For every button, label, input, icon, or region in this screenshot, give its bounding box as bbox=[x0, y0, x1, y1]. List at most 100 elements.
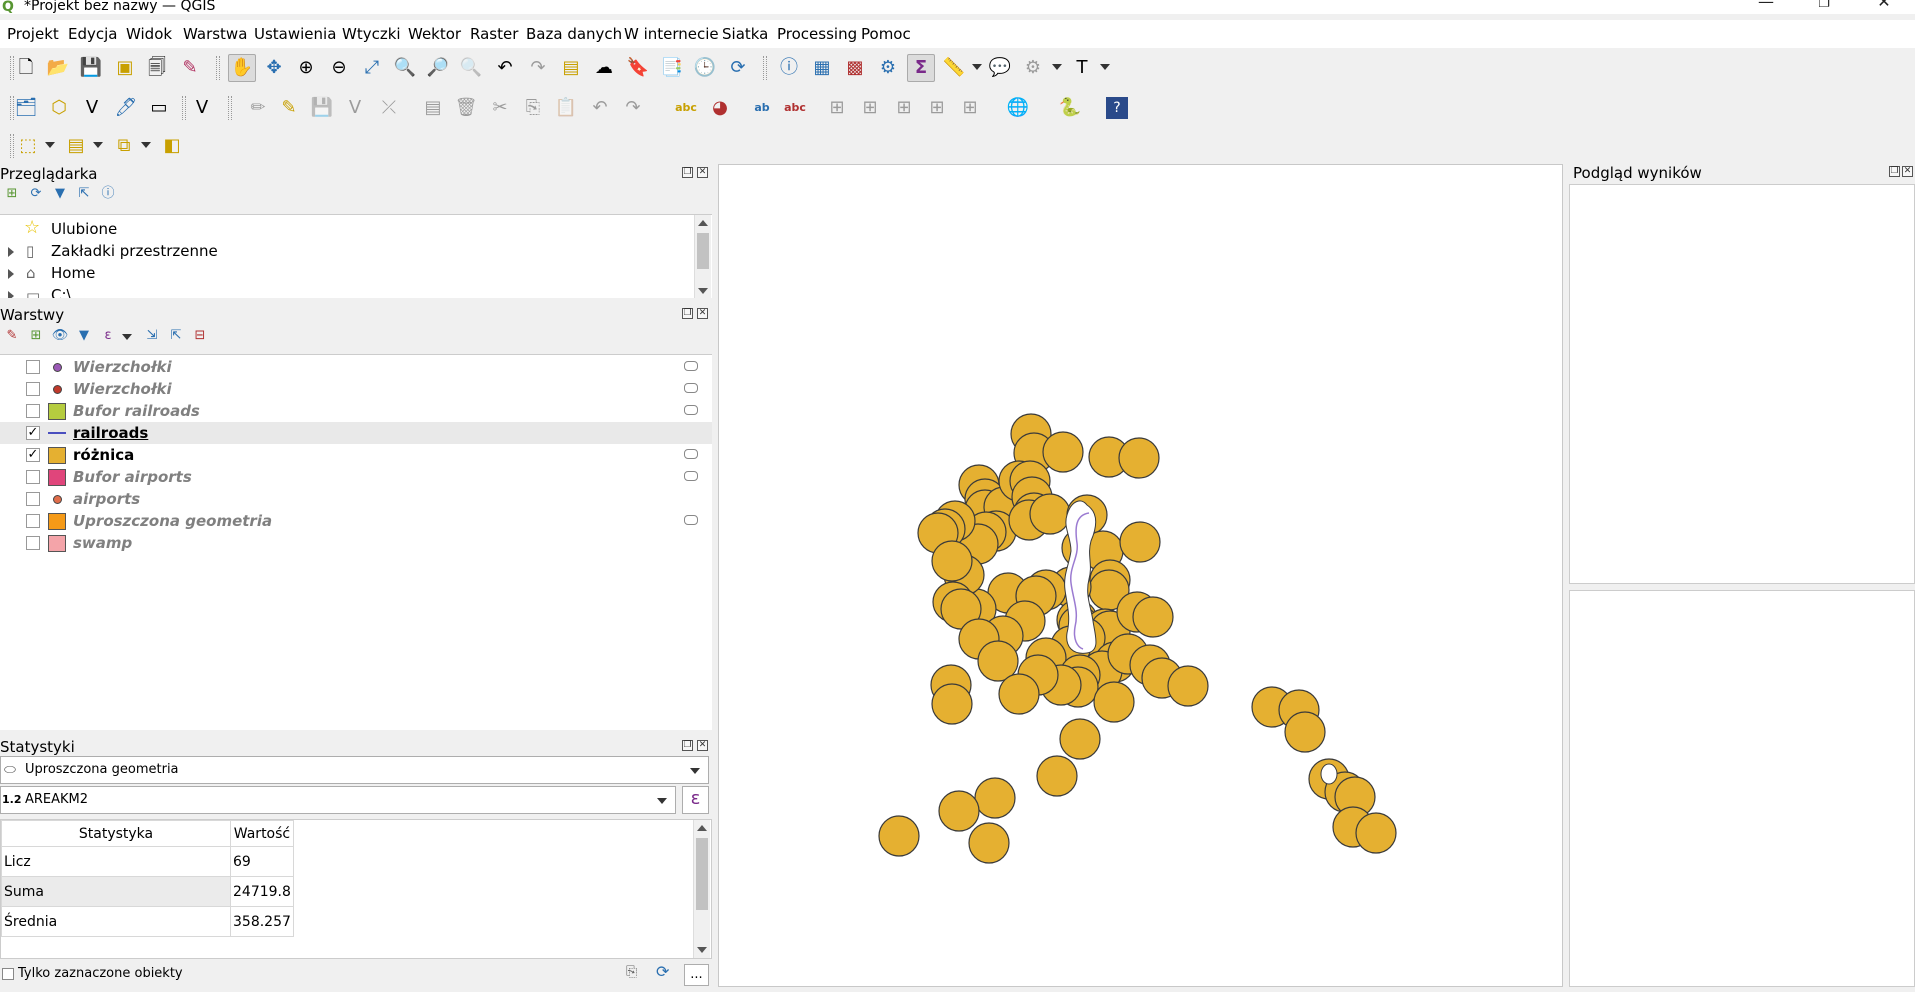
manage-map-themes-icon[interactable]: 👁 bbox=[50, 326, 70, 346]
map-tips-icon[interactable]: 💬 bbox=[986, 54, 1014, 82]
copy-features-icon[interactable]: ⎘ bbox=[519, 94, 547, 122]
new-3d-map-view-icon[interactable]: ☁ bbox=[590, 54, 618, 82]
measure-line-icon[interactable]: 📏 bbox=[940, 54, 968, 82]
layer-combo[interactable]: ⬭ Uproszczona geometria bbox=[0, 756, 709, 784]
browser-item-c-drive[interactable]: ▭ C:\ bbox=[0, 284, 695, 298]
browser-scrollbar[interactable] bbox=[694, 215, 711, 298]
close-panel-icon[interactable]: ✕ bbox=[1902, 166, 1913, 177]
current-edits-icon[interactable]: ✏ bbox=[244, 94, 272, 122]
layer-row[interactable]: swamp bbox=[0, 532, 712, 554]
toggle-editing-icon[interactable]: ✎ bbox=[275, 94, 303, 122]
scroll-thumb[interactable] bbox=[697, 233, 709, 269]
show-bookmarks-icon[interactable]: 📑 bbox=[658, 54, 686, 82]
scroll-up-icon[interactable] bbox=[698, 220, 708, 226]
zoom-last-icon[interactable]: ↶ bbox=[491, 54, 519, 82]
attribute-table-icon[interactable]: ▦ bbox=[808, 54, 836, 82]
menu-warstwa[interactable]: Warstwa bbox=[183, 24, 247, 44]
scroll-down-icon[interactable] bbox=[697, 947, 707, 953]
scroll-thumb[interactable] bbox=[696, 838, 708, 910]
layout-manager-icon[interactable]: 🗐 bbox=[143, 54, 171, 82]
refresh-icon[interactable]: ⟳ bbox=[656, 962, 669, 981]
float-panel-icon[interactable]: ❐ bbox=[682, 167, 693, 178]
map-tips-layer-icon[interactable] bbox=[684, 361, 698, 371]
close-button[interactable]: ✕ bbox=[1864, 0, 1904, 10]
column-header-statistic[interactable]: Statystyka bbox=[1, 820, 231, 847]
table-row[interactable]: Licz 69 bbox=[1, 846, 294, 877]
new-geopackage-layer-icon[interactable]: ⬡ bbox=[45, 94, 73, 122]
filter-icon[interactable]: ▼ bbox=[50, 184, 70, 204]
new-map-view-icon[interactable]: ▤ bbox=[557, 54, 585, 82]
layer-row[interactable]: Wierzchołki bbox=[0, 356, 712, 378]
browser-item-home[interactable]: ⌂ Home bbox=[0, 262, 695, 284]
layer-row[interactable]: Wierzchołki bbox=[0, 378, 712, 400]
new-bookmark-icon[interactable]: 🔖 bbox=[624, 54, 652, 82]
diagram-options-icon[interactable]: ◕ bbox=[706, 94, 734, 122]
map-tips-layer-icon[interactable] bbox=[684, 405, 698, 415]
restore-button[interactable]: ❐ bbox=[1804, 0, 1844, 11]
column-header-value[interactable]: Wartość bbox=[230, 820, 294, 847]
cut-features-icon[interactable]: ✂ bbox=[486, 94, 514, 122]
layer-visibility-checkbox[interactable]: ✓ bbox=[26, 448, 40, 462]
chevron-down-icon[interactable] bbox=[141, 142, 151, 148]
annotation-icon[interactable]: ⚙ bbox=[1019, 54, 1047, 82]
menu-wtyczki[interactable]: Wtyczki bbox=[342, 24, 401, 44]
menu-edycja[interactable]: Edycja bbox=[68, 24, 117, 44]
map-canvas[interactable] bbox=[718, 164, 1563, 987]
chevron-down-icon[interactable] bbox=[972, 64, 982, 70]
layer-visibility-checkbox[interactable]: ✓ bbox=[26, 426, 40, 440]
modify-attributes-icon[interactable]: ▤ bbox=[419, 94, 447, 122]
deselect-features-icon[interactable]: ⧉ bbox=[110, 132, 138, 160]
highlight-pinned-labels-icon[interactable]: ab bbox=[748, 94, 776, 122]
add-group-icon[interactable]: ⊞ bbox=[26, 326, 46, 346]
label-toolbar-icon[interactable]: abc bbox=[672, 94, 700, 122]
print-layout-icon[interactable]: ▣ bbox=[111, 54, 139, 82]
chevron-down-icon[interactable] bbox=[93, 142, 103, 148]
zoom-native-icon[interactable]: 🔍 bbox=[457, 54, 485, 82]
statistics-scrollbar[interactable] bbox=[693, 820, 710, 958]
undo-icon[interactable]: ↶ bbox=[586, 94, 614, 122]
new-shapefile-layer-icon[interactable]: V bbox=[78, 94, 106, 122]
layer-row[interactable]: ✓ różnica bbox=[0, 444, 712, 466]
expand-arrow-icon[interactable] bbox=[8, 291, 14, 298]
paste-features-icon[interactable]: 📋 bbox=[552, 94, 580, 122]
map-tips-layer-icon[interactable] bbox=[684, 515, 698, 525]
map-tips-layer-icon[interactable] bbox=[684, 471, 698, 481]
layer-visibility-checkbox[interactable] bbox=[26, 360, 40, 374]
chevron-down-icon[interactable] bbox=[122, 334, 132, 340]
select-by-value-icon[interactable]: ▤ bbox=[62, 132, 90, 160]
zoom-to-layer-icon[interactable]: 🔎 bbox=[424, 54, 452, 82]
plugin-globe-icon[interactable]: 🌐 bbox=[1004, 94, 1032, 122]
expand-arrow-icon[interactable] bbox=[8, 269, 14, 279]
collapse-all-icon[interactable]: ⇱ bbox=[74, 184, 94, 204]
menu-baza-danych[interactable]: Baza danych bbox=[526, 24, 622, 44]
map-tips-layer-icon[interactable] bbox=[684, 383, 698, 393]
zoom-in-icon[interactable]: ⊕ bbox=[292, 54, 320, 82]
layer-row[interactable]: Bufor airports bbox=[0, 466, 712, 488]
menu-processing[interactable]: Processing bbox=[777, 24, 857, 44]
rotate-label-icon[interactable]: ⊞ bbox=[923, 94, 951, 122]
new-project-icon[interactable]: 🗋 bbox=[12, 54, 40, 82]
browser-item-zakladki[interactable]: ▯ Zakładki przestrzenne bbox=[0, 240, 695, 262]
layer-row-selected[interactable]: ✓ railroads bbox=[0, 422, 712, 444]
browser-item-ulubione[interactable]: ☆ Ulubione bbox=[0, 217, 695, 240]
layer-visibility-checkbox[interactable] bbox=[26, 536, 40, 550]
expand-all-icon[interactable]: ⇲ bbox=[142, 326, 162, 346]
remove-layer-icon[interactable]: ⊟ bbox=[190, 326, 210, 346]
close-panel-icon[interactable]: ✕ bbox=[697, 167, 708, 178]
toolbar-grip[interactable] bbox=[763, 56, 767, 80]
delete-selected-icon[interactable]: 🗑 bbox=[452, 94, 480, 122]
show-unplaced-labels-icon[interactable]: abc bbox=[781, 94, 809, 122]
layer-visibility-checkbox[interactable] bbox=[26, 404, 40, 418]
field-combo[interactable]: 1.2 AREAKM2 bbox=[0, 786, 676, 814]
properties-icon[interactable]: ⓘ bbox=[98, 184, 118, 204]
close-panel-icon[interactable]: ✕ bbox=[697, 740, 708, 751]
pin-labels-icon[interactable]: ⊞ bbox=[823, 94, 851, 122]
save-project-icon[interactable]: 💾 bbox=[77, 54, 105, 82]
expression-button[interactable]: ε bbox=[682, 786, 709, 814]
refresh-icon[interactable]: ⟳ bbox=[724, 54, 752, 82]
new-spatialite-layer-icon[interactable]: 🖊 bbox=[112, 94, 140, 122]
chevron-down-icon[interactable] bbox=[1100, 64, 1110, 70]
selected-only-checkbox[interactable] bbox=[2, 968, 14, 980]
minimize-button[interactable]: — bbox=[1746, 0, 1786, 10]
float-panel-icon[interactable]: ❐ bbox=[682, 740, 693, 751]
